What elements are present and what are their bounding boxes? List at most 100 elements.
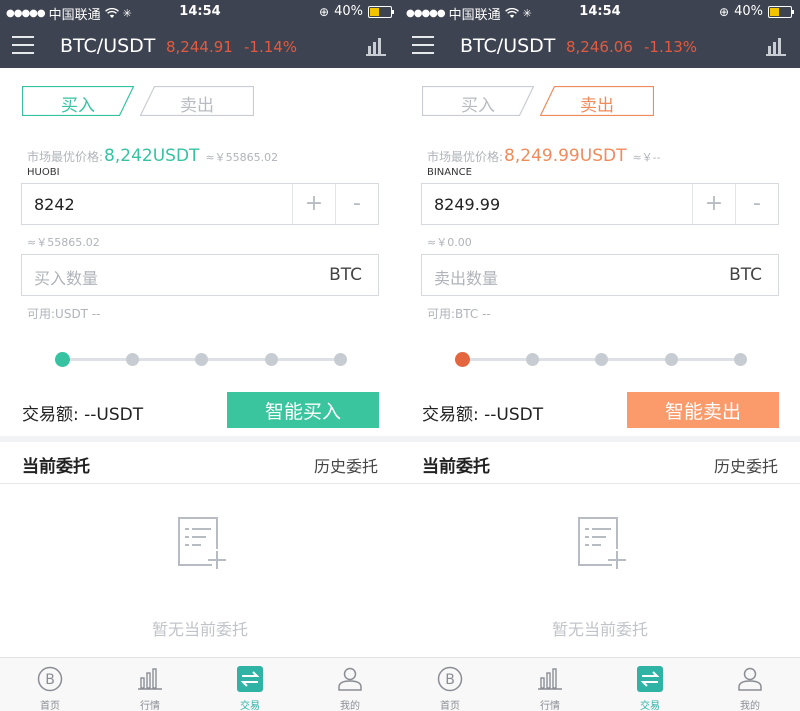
empty-orders-text: 暂无当前委托 xyxy=(151,620,248,639)
price-decrement-button[interactable]: - xyxy=(335,184,378,224)
empty-orders-icon xyxy=(578,517,626,569)
price-increment-button[interactable]: + xyxy=(292,184,335,224)
market-best-price: 市场最优价格: 8,242USDT ≈￥55865.02 xyxy=(27,146,278,166)
amount-percent-slider[interactable] xyxy=(455,352,747,368)
submit-order-button[interactable]: 智能卖出 xyxy=(627,392,779,428)
market-price-value: 8,242USDT xyxy=(104,146,200,166)
price-increment-button[interactable]: + xyxy=(692,184,735,224)
tabbar-item-1[interactable]: 行情 xyxy=(100,658,200,711)
exchange-arrows-icon xyxy=(237,666,263,692)
tabbar-label: 我的 xyxy=(740,701,760,711)
tabbar-item-0[interactable]: B 首页 xyxy=(0,658,100,711)
price-decrement-button[interactable]: - xyxy=(735,184,778,224)
orientation-lock-icon: ⊕ xyxy=(319,4,330,19)
available-balance: 可用:USDT -- xyxy=(27,307,101,321)
tabbar-item-3[interactable]: 我的 xyxy=(700,658,800,711)
amount-input[interactable]: 买入数量 BTC xyxy=(21,254,379,296)
order-history-link[interactable]: 历史委托 xyxy=(314,453,378,477)
nav-bar: BTC/USDT 8,246.06 -1.13% xyxy=(400,24,800,68)
amount-unit: BTC xyxy=(329,265,362,285)
trading-pair[interactable]: BTC/USDT xyxy=(60,35,155,57)
empty-orders-text: 暂无当前委托 xyxy=(551,620,648,639)
tab-buy-label: 买入 xyxy=(61,96,95,116)
price-input-value[interactable]: 8249.99 xyxy=(434,195,500,214)
tab-sell[interactable]: 卖出 xyxy=(140,86,254,116)
market-price-cny: ≈￥55865.02 xyxy=(205,151,279,164)
battery-icon xyxy=(368,5,394,18)
amount-input-placeholder[interactable]: 卖出数量 xyxy=(434,265,498,289)
exchange-name: HUOBI xyxy=(27,167,60,178)
battery-level-fill xyxy=(770,7,779,16)
tab-buy-label: 买入 xyxy=(461,96,495,116)
tabbar-item-2[interactable]: 交易 xyxy=(600,658,700,711)
price-input[interactable]: 8242 + - xyxy=(21,183,379,225)
bitcoin-home-icon: B xyxy=(37,666,63,692)
slider-step-4[interactable] xyxy=(734,353,747,366)
kline-chart-icon[interactable] xyxy=(766,36,786,56)
status-bar: ●●●●● 中国联通 ✳ 14:54 ⊕ 40% xyxy=(400,0,800,24)
header-price-change: -1.14% xyxy=(244,38,298,56)
slider-step-4[interactable] xyxy=(334,353,347,366)
slider-step-1[interactable] xyxy=(125,353,139,366)
svg-text:B: B xyxy=(445,672,455,688)
amount-unit: BTC xyxy=(729,265,762,285)
orders-separator xyxy=(400,483,800,484)
slider-step-1[interactable] xyxy=(525,353,539,366)
tabbar-label: 我的 xyxy=(340,701,360,711)
amount-input-placeholder[interactable]: 买入数量 xyxy=(34,265,98,289)
tabbar-label: 首页 xyxy=(440,701,460,711)
price-input-value[interactable]: 8242 xyxy=(34,195,75,214)
bar-chart-icon xyxy=(137,666,163,692)
orientation-lock-icon: ⊕ xyxy=(719,4,730,19)
header-price-change: -1.13% xyxy=(644,38,698,56)
bar-chart-icon xyxy=(537,666,563,692)
market-price-value: 8,249.99USDT xyxy=(504,146,627,166)
slider-step-3[interactable] xyxy=(664,353,678,366)
header-last-price: 8,246.06 xyxy=(566,38,633,56)
header-last-price: 8,244.91 xyxy=(166,38,233,56)
available-balance: 可用:BTC -- xyxy=(427,307,491,321)
slider-step-2[interactable] xyxy=(195,353,208,366)
trade-total: 交易额: --USDT xyxy=(22,405,144,425)
tabbar-label: 交易 xyxy=(640,701,660,711)
status-right: ⊕ 40% xyxy=(319,4,394,19)
market-price-label: 市场最优价格: xyxy=(427,150,504,164)
battery-icon xyxy=(768,5,794,18)
order-history-link[interactable]: 历史委托 xyxy=(714,453,778,477)
tab-sell-label: 卖出 xyxy=(580,96,614,116)
section-divider xyxy=(0,436,400,442)
tabbar-item-0[interactable]: B 首页 xyxy=(400,658,500,711)
tabbar-item-2[interactable]: 交易 xyxy=(200,658,300,711)
tabbar-label: 交易 xyxy=(240,701,260,711)
tabbar-item-1[interactable]: 行情 xyxy=(500,658,600,711)
kline-chart-icon[interactable] xyxy=(366,36,386,56)
hamburger-menu-icon[interactable] xyxy=(412,36,434,54)
hamburger-menu-icon[interactable] xyxy=(12,36,34,54)
slider-step-0[interactable] xyxy=(55,352,70,367)
slider-step-0[interactable] xyxy=(455,352,470,367)
price-cny-equivalent: ≈￥55865.02 xyxy=(27,236,100,249)
bitcoin-home-icon: B xyxy=(437,666,463,692)
slider-step-3[interactable] xyxy=(264,353,278,366)
tab-buy[interactable]: 买入 xyxy=(22,86,134,116)
amount-percent-slider[interactable] xyxy=(55,352,347,368)
amount-input[interactable]: 卖出数量 BTC xyxy=(421,254,779,296)
market-price-cny: ≈￥-- xyxy=(632,151,661,164)
trading-pair[interactable]: BTC/USDT xyxy=(460,35,555,57)
tabbar-item-3[interactable]: 我的 xyxy=(300,658,400,711)
slider-step-2[interactable] xyxy=(595,353,608,366)
battery-percent: 40% xyxy=(734,4,763,19)
price-input[interactable]: 8249.99 + - xyxy=(421,183,779,225)
price-cny-equivalent: ≈￥0.00 xyxy=(427,236,472,249)
tab-sell-label: 卖出 xyxy=(180,96,214,116)
bottom-tab-bar: B 首页 行情 交易 我的 xyxy=(400,657,800,711)
tab-sell[interactable]: 卖出 xyxy=(540,86,654,116)
tabbar-label: 首页 xyxy=(40,701,60,711)
submit-order-button[interactable]: 智能买入 xyxy=(227,392,379,428)
market-best-price: 市场最优价格: 8,249.99USDT ≈￥-- xyxy=(427,146,661,166)
status-right: ⊕ 40% xyxy=(719,4,794,19)
current-orders-title: 当前委托 xyxy=(22,457,90,477)
empty-orders-icon xyxy=(178,517,226,569)
tab-buy[interactable]: 买入 xyxy=(422,86,534,116)
trade-total: 交易额: --USDT xyxy=(422,405,544,425)
